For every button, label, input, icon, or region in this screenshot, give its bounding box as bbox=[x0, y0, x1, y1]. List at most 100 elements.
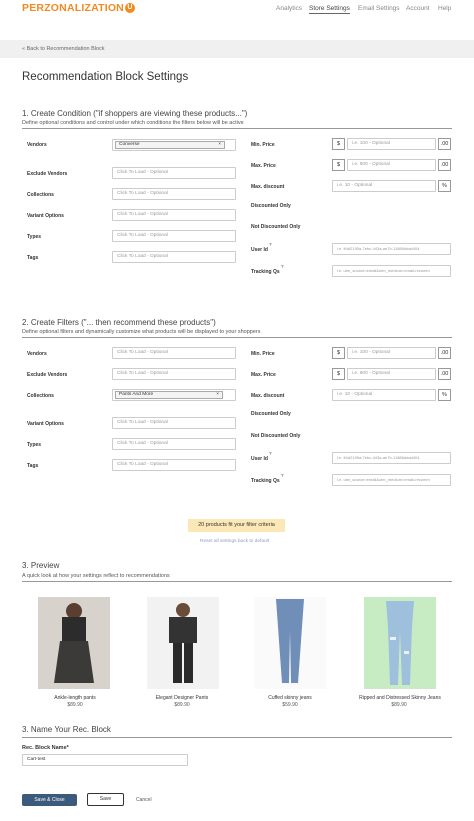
filter-min-price-input[interactable]: i.e. 100 - Optional bbox=[347, 347, 436, 359]
divider bbox=[22, 337, 452, 338]
condition-title: 1. Create Condition ("if shoppers are vi… bbox=[22, 109, 248, 118]
block-name-label: Rec. Block Name* bbox=[22, 745, 69, 751]
page-title: Recommendation Block Settings bbox=[22, 71, 189, 83]
cents-addon: .00 bbox=[438, 159, 451, 171]
cents-addon: .00 bbox=[438, 138, 451, 150]
save-close-button[interactable]: Save & Close bbox=[22, 794, 77, 806]
save-button[interactable]: Save bbox=[87, 793, 124, 806]
help-icon[interactable]: ? bbox=[269, 242, 272, 247]
product-card[interactable] bbox=[364, 597, 436, 694]
cond-collections-label: Collections bbox=[27, 192, 54, 198]
logo-badge: U bbox=[124, 3, 135, 13]
product-price: $89.90 bbox=[67, 702, 83, 708]
cond-vendor-tag[interactable]: Converse × bbox=[115, 141, 225, 149]
filter-tags-label: Tags bbox=[27, 463, 39, 469]
cents-addon: .00 bbox=[438, 368, 451, 380]
remove-tag-icon[interactable]: × bbox=[218, 142, 221, 148]
nav-email-settings[interactable]: Email Settings bbox=[358, 5, 400, 12]
nav-account[interactable]: Account bbox=[406, 5, 430, 12]
percent-addon: % bbox=[438, 180, 451, 192]
divider bbox=[22, 581, 452, 582]
filter-discounted-only[interactable]: Discounted Only bbox=[251, 411, 291, 417]
cond-variant-options-input[interactable]: Click To Load - Optional bbox=[112, 209, 236, 221]
product-card[interactable] bbox=[254, 597, 326, 694]
preview-desc: A quick look at how your settings reflec… bbox=[22, 573, 170, 579]
percent-addon: % bbox=[438, 389, 451, 401]
cond-exclude-vendors-input[interactable]: Click To Load - Optional bbox=[112, 167, 236, 179]
cond-collections-input[interactable]: Click To Load - Optional bbox=[112, 188, 236, 200]
filter-types-input[interactable]: Click To Load - Optional bbox=[112, 438, 236, 450]
product-image bbox=[147, 597, 219, 689]
filter-collection-tag[interactable]: Pants And More × bbox=[115, 391, 223, 399]
cond-exclude-vendors-label: Exclude Vendors bbox=[27, 171, 68, 177]
help-icon[interactable]: ? bbox=[281, 473, 284, 478]
product-image bbox=[254, 597, 326, 689]
filter-variant-options-input[interactable]: Click To Load - Optional bbox=[112, 417, 236, 429]
product-card[interactable] bbox=[147, 597, 219, 694]
filter-user-id-label: User Id bbox=[251, 456, 268, 462]
filter-not-discounted-only[interactable]: Not Discounted Only bbox=[251, 433, 300, 439]
cond-vendors-input[interactable]: Converse × bbox=[112, 139, 236, 151]
cond-types-input[interactable]: Click To Load - Optional bbox=[112, 230, 236, 242]
filters-title: 2. Create Filters ("... then recommend t… bbox=[22, 318, 216, 327]
preview-title: 3. Preview bbox=[22, 561, 60, 570]
product-card[interactable] bbox=[38, 597, 110, 694]
product-name[interactable]: Cuffed skinny jeans bbox=[245, 695, 335, 701]
help-icon[interactable]: ? bbox=[281, 264, 284, 269]
filter-tags-input[interactable]: Click To Load - Optional bbox=[112, 459, 236, 471]
remove-tag-icon[interactable]: × bbox=[216, 392, 219, 398]
cond-types-label: Types bbox=[27, 234, 42, 240]
cond-max-discount-input[interactable]: i.e. 10 - Optional bbox=[332, 180, 436, 192]
cond-not-discounted-only[interactable]: Not Discounted Only bbox=[251, 224, 300, 230]
nav-store-settings[interactable]: Store Settings bbox=[309, 5, 350, 14]
cond-min-price-input[interactable]: i.e. 100 - Optional bbox=[347, 138, 436, 150]
cond-variant-options-label: Variant Options bbox=[27, 213, 64, 219]
divider bbox=[22, 737, 452, 738]
product-name[interactable]: Elegant Designer Pants bbox=[137, 695, 227, 701]
product-name[interactable]: Ripped and Distressed Skinny Jeans bbox=[345, 695, 455, 701]
product-price: $59.90 bbox=[282, 702, 298, 708]
filter-min-price-label: Min. Price bbox=[251, 351, 275, 357]
name-block-title: 3. Name Your Rec. Block bbox=[22, 725, 111, 734]
product-price: $89.90 bbox=[391, 702, 407, 708]
condition-desc: Define optional conditions and control u… bbox=[22, 120, 244, 126]
reset-link[interactable]: Reset all settings back to default bbox=[200, 539, 269, 544]
tag-label: Pants And More bbox=[119, 392, 154, 397]
cond-tags-label: Tags bbox=[27, 255, 39, 261]
nav-help[interactable]: Help bbox=[438, 5, 451, 12]
cond-discounted-only[interactable]: Discounted Only bbox=[251, 203, 291, 209]
cond-tracking-input[interactable]: i.e. utm_source=email&utm_medium=email-r… bbox=[332, 265, 451, 277]
tag-label: Converse bbox=[119, 142, 140, 147]
block-name-input[interactable]: Cart-test bbox=[22, 754, 188, 766]
product-name[interactable]: Ankle-length pants bbox=[30, 695, 120, 701]
divider bbox=[22, 128, 452, 129]
filter-vendors-label: Vendors bbox=[27, 351, 47, 357]
filter-max-discount-input[interactable]: i.e. 10 - Optional bbox=[332, 389, 436, 401]
filter-vendors-input[interactable]: Click To Load - Optional bbox=[112, 347, 236, 359]
filter-max-price-input[interactable]: i.e. 600 - Optional bbox=[347, 368, 436, 380]
product-image bbox=[38, 597, 110, 689]
cond-max-price-input[interactable]: i.e. 600 - Optional bbox=[347, 159, 436, 171]
cond-user-id-label: User Id bbox=[251, 247, 268, 253]
product-image bbox=[364, 597, 436, 689]
filter-max-discount-label: Max. discount bbox=[251, 393, 285, 399]
cond-max-price-label: Max. Price bbox=[251, 163, 276, 169]
filter-collections-input[interactable]: Pants And More × bbox=[112, 389, 236, 401]
cancel-link[interactable]: Cancel bbox=[136, 797, 152, 803]
help-icon[interactable]: ? bbox=[269, 451, 272, 456]
dollar-icon: $ bbox=[332, 368, 345, 380]
cents-addon: .00 bbox=[438, 347, 451, 359]
filter-user-id-input[interactable]: i.e. ft4d2195a-7ebc-443a-ae7b-11888ddad4… bbox=[332, 452, 451, 464]
cond-user-id-input[interactable]: i.e. ft4d2195a-7ebc-443a-ae7b-11888ddad4… bbox=[332, 243, 451, 255]
nav-analytics[interactable]: Analytics bbox=[276, 5, 302, 12]
filter-tracking-input[interactable]: i.e. utm_source=email&utm_medium=email-r… bbox=[332, 474, 451, 486]
product-price: $89.90 bbox=[174, 702, 190, 708]
filter-types-label: Types bbox=[27, 442, 42, 448]
back-link[interactable]: « Back to Recommendation Block bbox=[22, 46, 105, 52]
filter-exclude-vendors-input[interactable]: Click To Load - Optional bbox=[112, 368, 236, 380]
logo[interactable]: PERZONALIZATION U bbox=[22, 2, 135, 14]
filters-desc: Define optional filters and dynamically … bbox=[22, 329, 261, 335]
cond-tags-input[interactable]: Click To Load - Optional bbox=[112, 251, 236, 263]
filter-variant-options-label: Variant Options bbox=[27, 421, 64, 427]
dollar-icon: $ bbox=[332, 159, 345, 171]
